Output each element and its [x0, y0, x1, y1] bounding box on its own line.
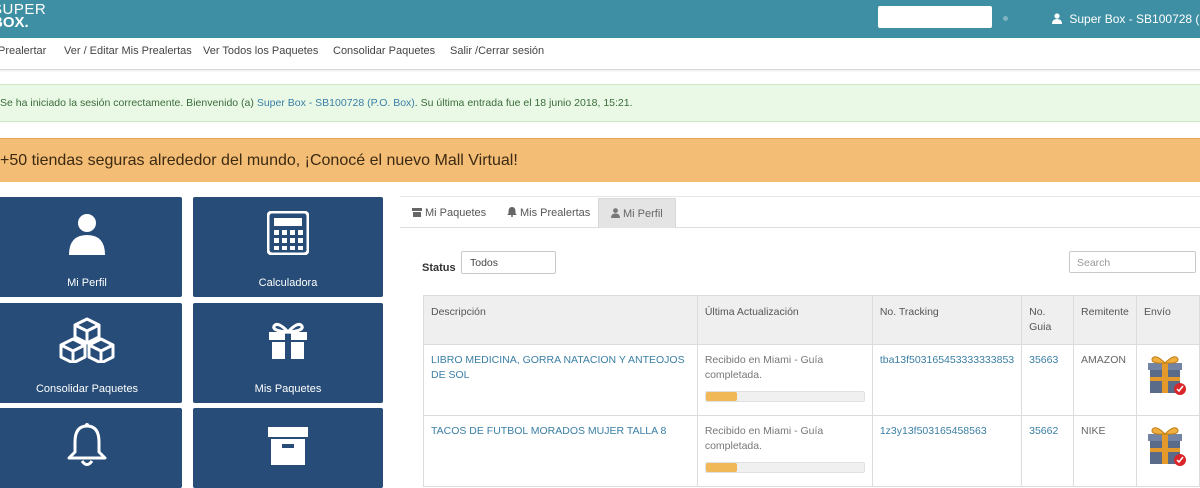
- boxes-icon: [59, 317, 115, 363]
- nav-salir[interactable]: Salir /Cerrar sesión: [450, 45, 544, 57]
- tab-mi-paquetes[interactable]: Mi Paquetes: [412, 198, 486, 228]
- tile-label: Consolidar Paquetes: [35, 383, 139, 395]
- tile-archivo[interactable]: [193, 408, 383, 488]
- archive-icon: [268, 427, 308, 465]
- tab-label: Mi Paquetes: [425, 207, 487, 219]
- col-no-tracking[interactable]: No. Tracking: [871, 295, 1023, 345]
- row-actualizacion: Recibido en Miami - Guía completada.: [704, 425, 824, 452]
- package-gift-icon[interactable]: [1144, 424, 1188, 468]
- col-envio[interactable]: Envío: [1136, 295, 1200, 345]
- tile-label: Calculadora: [258, 277, 318, 289]
- table-row: LIBRO MEDICINA, GORRA NATACION Y ANTEOJO…: [423, 344, 1200, 416]
- calculator-icon: [267, 211, 309, 255]
- mall-virtual-banner[interactable]: +50 tiendas seguras alrededor del mundo,…: [0, 138, 1200, 182]
- row-progress-fill: [705, 392, 738, 401]
- row-tracking-link[interactable]: tba13f503165453333333853: [880, 354, 1014, 366]
- row-guia-link[interactable]: 35662: [1029, 425, 1058, 437]
- bell-icon: [67, 423, 107, 466]
- row-progress-bar: [704, 462, 865, 473]
- login-success-alert: Se ha iniciado la sesión correctamente. …: [0, 84, 1200, 122]
- alert-user-link[interactable]: Super Box - SB100728 (P.O. Box): [257, 97, 415, 109]
- tab-label: Mis Prealertas: [520, 207, 591, 219]
- header-search-input[interactable]: [878, 6, 992, 28]
- col-ultima-actualizacion[interactable]: Última Actualización: [696, 295, 873, 345]
- alert-prefix: Se ha iniciado la sesión correctamente. …: [0, 97, 257, 109]
- package-gift-icon[interactable]: [1144, 353, 1188, 397]
- tile-label: Mi Perfil: [67, 277, 107, 289]
- logo[interactable]: SUPER BOX.: [0, 2, 46, 30]
- tile-mis-paquetes[interactable]: Mis Paquetes: [193, 303, 383, 403]
- gift-icon: [269, 323, 307, 359]
- table-header-row: Descripción Última Actualización No. Tra…: [423, 295, 1200, 345]
- table-search-input[interactable]: Search: [1069, 251, 1196, 273]
- tile-consolidar-paquetes[interactable]: Consolidar Paquetes: [0, 303, 182, 403]
- row-actualizacion: Recibido en Miami - Guía completada.: [704, 354, 824, 381]
- row-progress-fill: [705, 463, 738, 472]
- user-icon: [611, 208, 620, 218]
- row-tracking-link[interactable]: 1z3y13f503165458563: [880, 425, 987, 437]
- tab-mi-perfil[interactable]: Mi Perfil: [598, 198, 676, 228]
- row-remitente: AMAZON: [1081, 354, 1126, 366]
- packages-table: Descripción Última Actualización No. Tra…: [423, 295, 1200, 487]
- col-remitente[interactable]: Remitente: [1073, 295, 1138, 345]
- user-label: Super Box - SB100728 (P.O. Box): [1069, 12, 1200, 26]
- tile-prealertas[interactable]: [0, 408, 182, 488]
- tile-label: Mis Paquetes: [254, 383, 322, 395]
- alert-suffix: . Su última entrada fue el 18 junio 2018…: [414, 97, 633, 109]
- archive-icon: [412, 208, 422, 217]
- col-no-guia[interactable]: No. Guia: [1021, 295, 1075, 345]
- search-spinner-icon: [1003, 16, 1008, 21]
- nav-consolidar-paquetes[interactable]: Consolidar Paquetes: [333, 45, 435, 57]
- nav-prealertar[interactable]: Prealertar: [0, 45, 46, 57]
- row-remitente: NIKE: [1081, 425, 1106, 437]
- nav-ver-editar-prealertas[interactable]: Ver / Editar Mis Prealertas: [64, 45, 192, 57]
- user-icon: [1052, 13, 1062, 24]
- tile-mi-perfil[interactable]: Mi Perfil: [0, 197, 182, 297]
- status-label: Status: [422, 262, 456, 274]
- status-select[interactable]: Todos: [461, 251, 556, 274]
- table-row: TACOS DE FUTBOL MORADOS MUJER TALLA 8 Re…: [423, 415, 1200, 487]
- user-icon: [69, 214, 105, 255]
- panel-tabs: Mi Paquetes Mis Prealertas Mi Perfil: [400, 198, 1200, 228]
- bell-icon: [507, 207, 517, 217]
- col-descripcion[interactable]: Descripción: [423, 295, 698, 345]
- row-progress-bar: [704, 391, 865, 402]
- tab-mis-prealertas[interactable]: Mis Prealertas: [507, 198, 590, 228]
- tab-label: Mi Perfil: [623, 208, 663, 220]
- row-descripcion-link[interactable]: TACOS DE FUTBOL MORADOS MUJER TALLA 8: [431, 425, 666, 437]
- nav-ver-todos-paquetes[interactable]: Ver Todos los Paquetes: [203, 45, 318, 57]
- row-descripcion-link[interactable]: LIBRO MEDICINA, GORRA NATACION Y ANTEOJO…: [431, 354, 685, 381]
- user-menu[interactable]: Super Box - SB100728 (P.O. Box): [1052, 12, 1200, 26]
- tile-calculadora[interactable]: Calculadora: [193, 197, 383, 297]
- top-header: SUPER BOX. Super Box - SB100728 (P.O. Bo…: [0, 0, 1200, 38]
- main-nav: Prealertar Ver / Editar Mis Prealertas V…: [0, 38, 1200, 70]
- row-guia-link[interactable]: 35663: [1029, 354, 1058, 366]
